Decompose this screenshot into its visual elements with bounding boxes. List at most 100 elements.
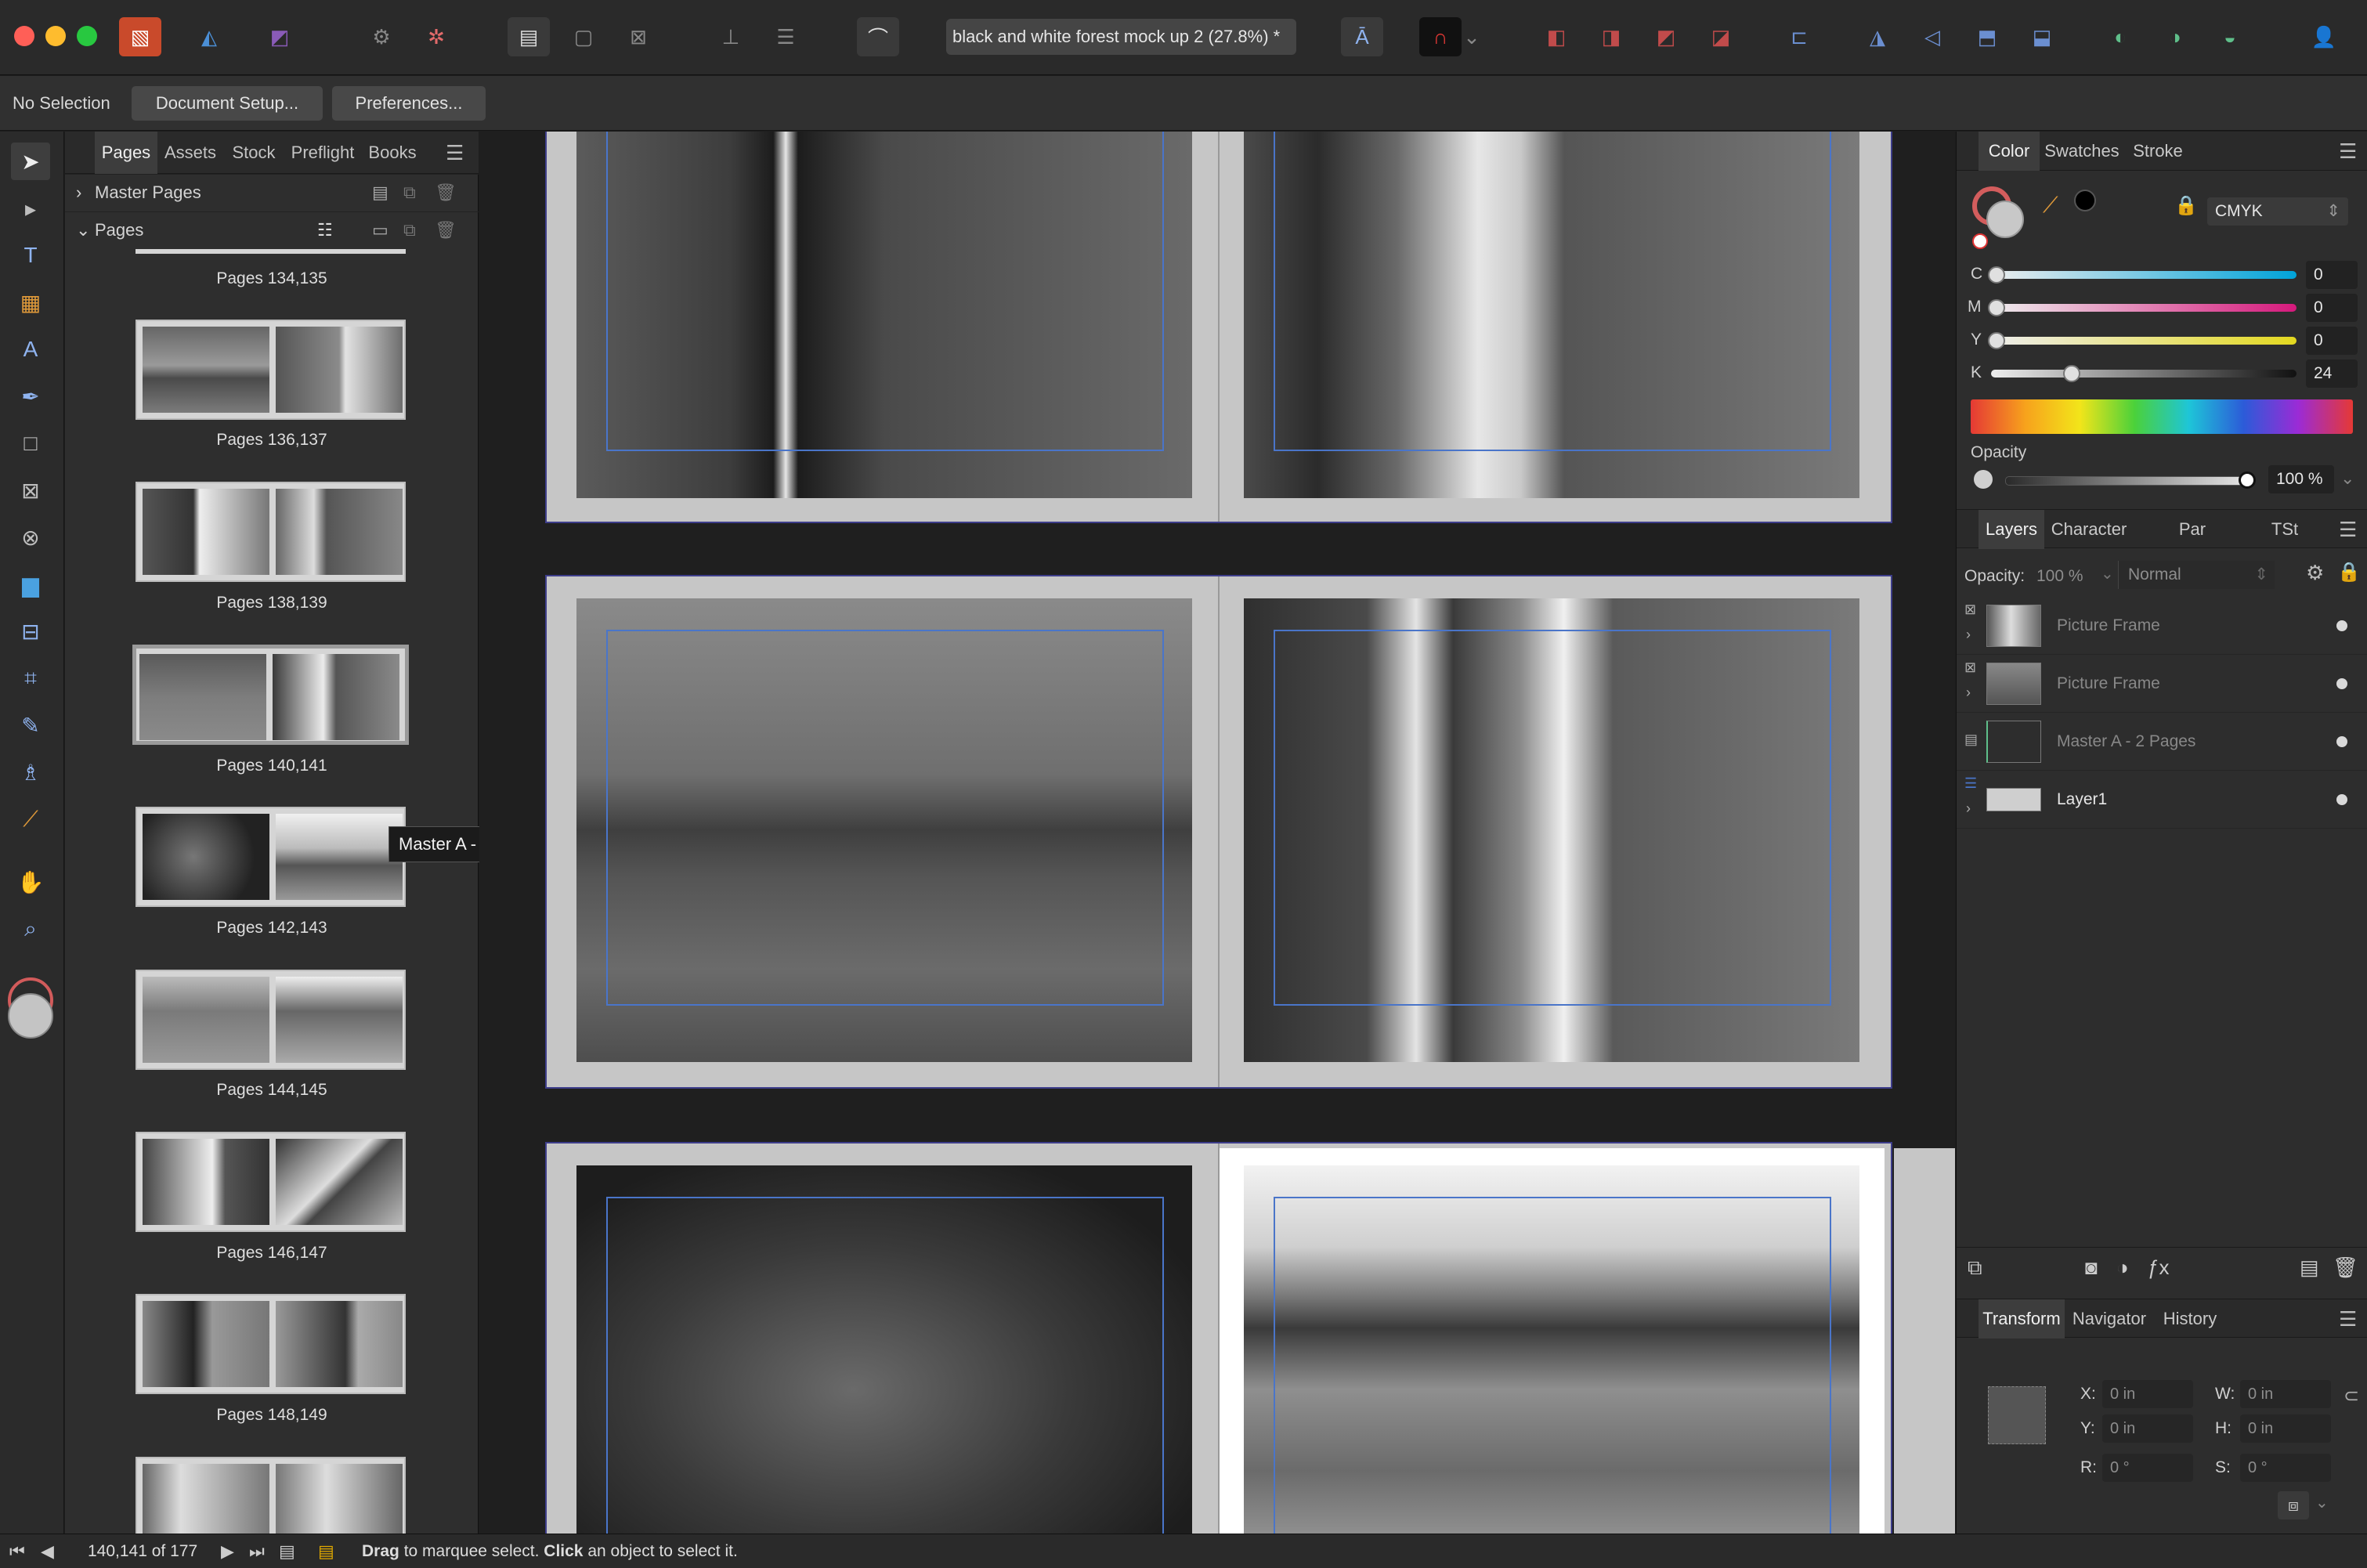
boolean-subtract-icon[interactable]: ◑ [2154,17,2196,56]
tab-transform[interactable]: Transform [1979,1299,2065,1339]
page-left[interactable] [551,132,1217,514]
designer-persona-icon[interactable]: ◭ [188,17,230,56]
photo-persona-icon[interactable]: ◩ [258,17,301,56]
page-left[interactable] [551,581,1217,1082]
w-field[interactable]: 0 in [2240,1380,2331,1408]
c-slider-knob[interactable] [1988,266,2005,284]
color-picker-tool-icon[interactable]: ⟋ [11,800,50,838]
page-thumbnail[interactable] [136,807,406,907]
node-tool-icon[interactable]: ▸ [11,190,50,227]
layer-row[interactable]: ⊠ › Picture Frame [1957,597,2367,655]
pen-tool-icon[interactable]: ✒ [11,378,50,415]
x-field[interactable]: 0 in [2102,1380,2193,1408]
y-slider[interactable] [1991,337,2297,345]
panel-menu-icon[interactable]: ☰ [2339,1307,2357,1331]
page-thumbnail[interactable] [136,1132,406,1232]
tab-swatches[interactable]: Swatches [2040,132,2124,171]
page-thumbnail[interactable] [136,970,406,1070]
tab-paragraph[interactable]: Par [2157,510,2228,549]
first-page-icon[interactable]: ⏮ [9,1534,25,1568]
align-icon[interactable]: ⊏ [1778,17,1820,56]
document-title-tab[interactable]: black and white forest mock up 2 (27.8%)… [946,19,1296,55]
table-frame-tool-icon[interactable]: ⊟ [11,612,50,650]
tab-history[interactable]: History [2154,1299,2226,1339]
next-page-icon[interactable]: ▶ [221,1534,234,1568]
snapping-magnet-icon[interactable]: ∩ [1419,17,1462,56]
tab-preflight[interactable]: Preflight [284,132,361,174]
tab-navigator[interactable]: Navigator [2065,1299,2154,1339]
y-field[interactable]: 0 in [2102,1414,2193,1443]
page-indicator[interactable]: 140,141 of 177 [88,1534,197,1568]
opacity-value-field[interactable]: 100 % [2268,465,2334,493]
spread-140-141[interactable] [545,575,1892,1089]
tab-assets[interactable]: Assets [157,132,223,174]
page-thumbnail[interactable] [136,482,406,582]
tab-books[interactable]: Books [361,132,424,174]
move-tool-icon[interactable]: ➤ [11,143,50,180]
rectangle-tool-icon[interactable]: □ [11,425,50,462]
delete-page-icon[interactable]: 🗑 [435,212,457,248]
page-right-selected[interactable] [1219,1148,1885,1534]
chevron-down-icon[interactable]: ⌄ [76,212,90,248]
shear-field[interactable]: 0 ° [2240,1454,2331,1482]
settings-gear-icon[interactable]: ⚙ [360,17,403,56]
eyedropper-icon[interactable]: ⟋ [2043,193,2058,219]
master-view-icon[interactable]: ▤ [318,1534,334,1568]
flip-vertical-icon[interactable]: ◁ [1911,17,1953,56]
add-master-icon[interactable]: ▤ [372,175,388,211]
chevron-right-icon[interactable]: › [76,175,81,211]
spread-142-143[interactable] [545,1142,1892,1534]
k-slider-knob[interactable] [2063,365,2080,382]
panel-menu-icon[interactable]: ☰ [2339,518,2357,542]
publisher-persona-icon[interactable]: ▧ [119,17,161,56]
layer-row[interactable]: ☰ › Layer1 [1957,771,2367,829]
rotate-right-icon[interactable]: ⬓ [2021,17,2063,56]
boolean-intersect-icon[interactable]: ◒ [2209,17,2251,56]
view-mode-icon[interactable]: ▤ [508,17,550,56]
expand-chevron-icon[interactable]: › [1966,685,1971,701]
layer-row[interactable]: ▤ Master A - 2 Pages [1957,713,2367,771]
link-aspect-icon[interactable]: ⊂ [2344,1385,2359,1407]
master-pages-row[interactable]: › Master Pages ▤ ⧉ 🗑 [65,174,479,210]
move-forward-icon[interactable]: ◩ [1645,17,1687,56]
text-frame-icon[interactable]: ☰ [764,17,807,56]
mask-icon[interactable]: ◙ [2085,1255,2098,1280]
hand-tool-icon[interactable]: ✋ [11,863,50,901]
duplicate-page-icon[interactable]: ⧉ [403,212,416,248]
pages-row[interactable]: ⌄ Pages ☷ ▭ ⧉ 🗑 [65,211,479,247]
preflight-icon[interactable]: ✲ [415,17,457,56]
page-thumbnail-selected[interactable] [132,645,409,745]
panel-menu-icon[interactable]: ☰ [2339,139,2357,164]
zoom-window-button[interactable] [77,26,97,46]
adjustment-icon[interactable]: ◑ [2116,1255,2129,1280]
k-value-field[interactable]: 24 [2306,359,2358,388]
tab-character[interactable]: Character [2044,510,2134,549]
k-slider[interactable] [1991,370,2297,378]
previous-page-icon[interactable]: ◀ [41,1534,54,1568]
h-field[interactable]: 0 in [2240,1414,2331,1443]
rotate-left-icon[interactable]: ⬒ [1966,17,2008,56]
fill-color-swatch[interactable] [8,993,53,1039]
tab-stock[interactable]: Stock [223,132,284,174]
expand-chevron-icon[interactable]: › [1966,627,1971,643]
tab-pages[interactable]: Pages [95,132,157,174]
move-front-icon[interactable]: ◪ [1700,17,1742,56]
page-view-icon[interactable]: ▤ [279,1534,295,1568]
rotation-field[interactable]: 0 ° [2102,1454,2193,1482]
layer-settings-gear-icon[interactable]: ⚙ [2306,561,2324,585]
frame-text-tool-icon[interactable]: T [11,237,50,274]
fill-color-well[interactable] [1986,201,2024,238]
text-wrap-icon[interactable]: ⌒ [857,17,899,56]
crop-tool-icon[interactable]: ⌗ [11,659,50,697]
move-back-icon[interactable]: ◧ [1535,17,1577,56]
table-tool-icon[interactable]: ▦ [11,284,50,321]
c-slider[interactable] [1991,271,2297,279]
picture-frame-tool-icon[interactable]: ⊠ [11,471,50,509]
opacity-slider[interactable] [2005,476,2248,486]
thumbnail-partial[interactable] [136,249,406,254]
minimize-window-button[interactable] [45,26,66,46]
pin-icon[interactable]: ⊥ [710,17,752,56]
color-model-select[interactable]: CMYK ⇕ [2207,197,2348,226]
page-thumbnail[interactable] [136,320,406,420]
m-value-field[interactable]: 0 [2306,294,2358,322]
